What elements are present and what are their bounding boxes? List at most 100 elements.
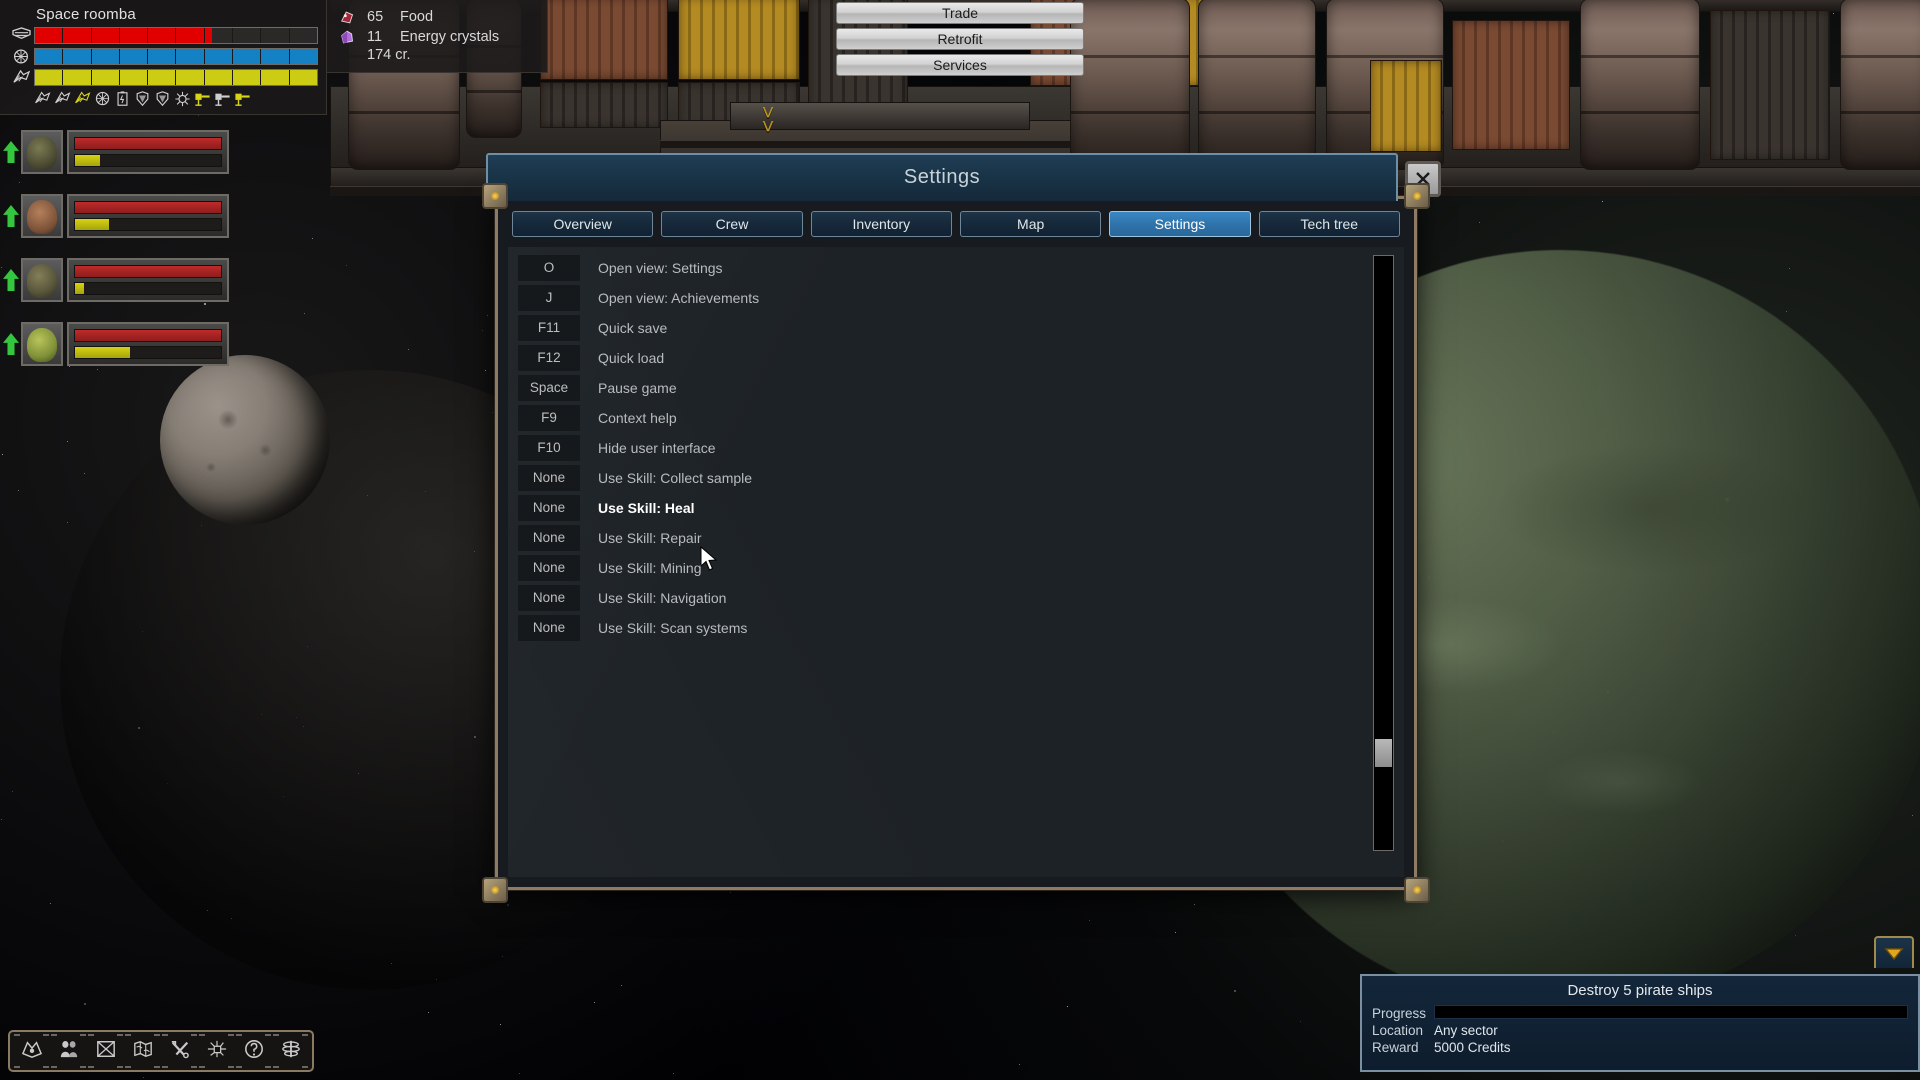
planet-moon <box>160 355 330 525</box>
ship-bar-track <box>34 69 318 86</box>
resource-amount: 65 <box>367 9 384 25</box>
credits-amount: 174 cr. <box>367 47 411 63</box>
bar-segment <box>204 28 234 43</box>
keybinding-key[interactable]: None <box>518 615 580 641</box>
engine-module-icon[interactable] <box>53 90 72 107</box>
keybinding-row[interactable]: None Use Skill: Repair <box>518 523 1354 553</box>
resources-panel: 65 Food 11 Energy crystals 174 cr. <box>327 0 548 73</box>
engine-module-icon[interactable] <box>33 90 52 107</box>
keybinding-action: Open view: Settings <box>598 260 723 276</box>
bar-segment <box>91 70 120 85</box>
keybinding-key[interactable]: F9 <box>518 405 580 431</box>
toolbar-button-services[interactable] <box>273 1034 308 1068</box>
toolbar-button-crew[interactable] <box>51 1034 86 1068</box>
bar-segment <box>119 49 149 64</box>
tab-inventory[interactable]: Inventory <box>810 211 952 237</box>
quest-row: Progress <box>1372 1005 1908 1022</box>
crew-card[interactable] <box>3 128 229 176</box>
bar-segment <box>261 49 290 64</box>
avatar[interactable] <box>21 322 63 366</box>
crew-xp-bar <box>74 218 222 231</box>
keybinding-key[interactable]: J <box>518 285 580 311</box>
turret-module-active-icon[interactable] <box>233 90 252 107</box>
armor-module-icon[interactable] <box>133 90 152 107</box>
toolbar-button-ship[interactable] <box>14 1034 49 1068</box>
keybinding-row[interactable]: None Use Skill: Navigation <box>518 583 1354 613</box>
crew-bars <box>67 194 229 238</box>
bar-segment <box>148 28 177 43</box>
quest-row-value: Any sector <box>1434 1023 1498 1038</box>
toolbar-button-inventory[interactable] <box>88 1034 123 1068</box>
keybinding-key[interactable]: F11 <box>518 315 580 341</box>
keybinding-row[interactable]: None Use Skill: Mining <box>518 553 1354 583</box>
ship-name: Space roomba <box>36 6 136 23</box>
keybinding-key[interactable]: None <box>518 465 580 491</box>
reactor-module-icon[interactable] <box>173 90 192 107</box>
tab-overview[interactable]: Overview <box>512 211 654 237</box>
keybinding-key[interactable]: None <box>518 525 580 551</box>
keybinding-row[interactable]: J Open view: Achievements <box>518 283 1354 313</box>
keybinding-action: Open view: Achievements <box>598 290 760 306</box>
bar-segment <box>35 28 64 43</box>
toolbar-button-help[interactable] <box>236 1034 271 1068</box>
services-button[interactable]: Services <box>836 54 1084 76</box>
quest-row-label: Reward <box>1372 1040 1419 1055</box>
retrofit-button[interactable]: Retrofit <box>836 28 1084 50</box>
battery-module-icon[interactable] <box>113 90 132 107</box>
keybinding-row[interactable]: Space Pause game <box>518 373 1354 403</box>
keybinding-key[interactable]: None <box>518 555 580 581</box>
toolbar-button-map[interactable] <box>125 1034 160 1068</box>
crew-card[interactable] <box>3 256 229 304</box>
keybinding-action: Quick save <box>598 320 668 336</box>
settings-scrollbar[interactable] <box>1373 255 1394 851</box>
keybinding-row[interactable]: F12 Quick load <box>518 343 1354 373</box>
keybinding-key[interactable]: F10 <box>518 435 580 461</box>
scrollbar-thumb[interactable] <box>1375 738 1392 767</box>
keybinding-row[interactable]: None Use Skill: Scan systems <box>518 613 1354 643</box>
armor-module-icon[interactable] <box>153 90 172 107</box>
food-icon <box>337 9 359 26</box>
toolbar-button-tech-tree[interactable] <box>199 1034 234 1068</box>
crew-card[interactable] <box>3 320 229 368</box>
ship-bar-hull <box>8 26 318 45</box>
bar-segment <box>176 28 205 43</box>
tab-settings[interactable]: Settings <box>1109 211 1251 237</box>
ship-bar-engines <box>8 68 318 87</box>
trade-button[interactable]: Trade <box>836 2 1084 24</box>
resource-label: Energy crystals <box>400 29 500 45</box>
tab-crew[interactable]: Crew <box>661 211 803 237</box>
keybinding-key[interactable]: O <box>518 255 580 281</box>
crew-card[interactable] <box>3 192 229 240</box>
keybinding-key[interactable]: F12 <box>518 345 580 371</box>
ship-bar-track <box>34 27 318 44</box>
engine-module-active-icon[interactable] <box>73 90 92 107</box>
tab-map[interactable]: Map <box>959 211 1102 237</box>
avatar[interactable] <box>21 258 63 302</box>
chevron-down-icon[interactable] <box>1874 936 1914 968</box>
keybinding-action: Use Skill: Repair <box>598 530 702 546</box>
avatar[interactable] <box>21 130 63 174</box>
keybinding-row[interactable]: O Open view: Settings <box>518 253 1354 283</box>
dialog-corner-bolt <box>482 183 508 209</box>
shield-module-icon[interactable] <box>93 90 112 107</box>
keybinding-row[interactable]: F9 Context help <box>518 403 1354 433</box>
avatar[interactable] <box>21 194 63 238</box>
station-action-buttons: Trade Retrofit Services <box>836 2 1084 76</box>
turret-module-active-icon[interactable] <box>193 90 212 107</box>
ship-bar-shields <box>8 47 318 66</box>
keybinding-row[interactable]: F10 Hide user interface <box>518 433 1354 463</box>
keybinding-key[interactable]: Space <box>518 375 580 401</box>
tab-tech-tree[interactable]: Tech tree <box>1258 211 1400 237</box>
keybinding-row[interactable]: F11 Quick save <box>518 313 1354 343</box>
keybinding-key[interactable]: None <box>518 585 580 611</box>
keybinding-key[interactable]: None <box>518 495 580 521</box>
level-up-arrow-icon <box>3 269 19 291</box>
bar-segment <box>289 28 317 43</box>
keybinding-row[interactable]: None Use Skill: Heal <box>518 493 1354 523</box>
ship-modules <box>33 90 318 107</box>
toolbar-button-tools[interactable] <box>162 1034 197 1068</box>
keybinding-action: Use Skill: Collect sample <box>598 470 753 486</box>
turret-module-icon[interactable] <box>213 90 232 107</box>
keybinding-row[interactable]: None Use Skill: Collect sample <box>518 463 1354 493</box>
bar-segment <box>63 49 92 64</box>
